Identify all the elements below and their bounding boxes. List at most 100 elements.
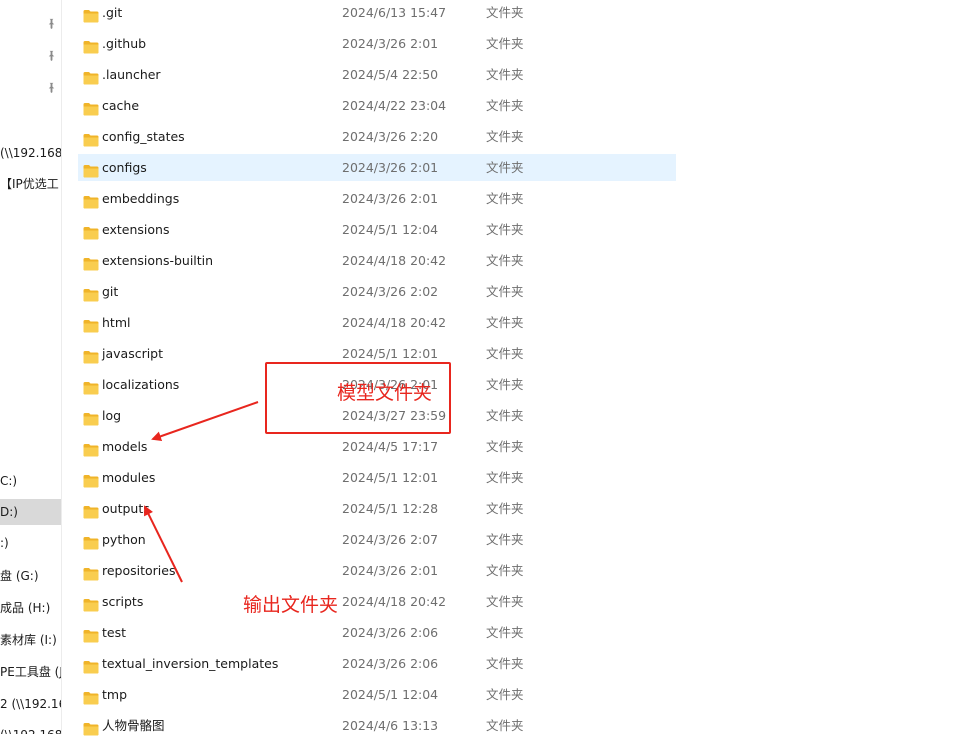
file-date-modified: 2024/3/26 2:01 [342,36,439,51]
pin-icon[interactable] [44,50,58,64]
file-row-.git[interactable]: .git 2024/6/13 15:47 文件夹 [78,0,676,26]
file-type: 文件夹 [486,67,524,82]
nav-drive-item[interactable]: 成品 (H:) [0,595,61,621]
file-name: python [102,532,146,547]
folder-icon [83,67,99,85]
folder-icon [83,191,99,209]
file-name: 人物骨骼图 [102,718,165,733]
file-date-modified: 2024/3/26 2:01 [342,563,439,578]
file-type: 文件夹 [486,315,524,330]
nav-drive-item[interactable]: :) [0,530,61,556]
pin-icon[interactable] [44,18,58,32]
nav-drive-item[interactable]: (\\192.168 [0,722,61,734]
file-type: 文件夹 [486,439,524,454]
file-type: 文件夹 [486,129,524,144]
file-row-python[interactable]: python 2024/3/26 2:07 文件夹 [78,526,676,553]
folder-icon [83,718,99,736]
nav-item-label: D:) [0,505,18,519]
file-date-modified: 2024/5/4 22:50 [342,67,439,82]
file-type: 文件夹 [486,253,524,268]
nav-item-label: (\\192.168. [0,146,61,160]
folder-icon [83,36,99,54]
file-name: extensions-builtin [102,253,214,268]
folder-icon [83,222,99,240]
file-type: 文件夹 [486,377,524,392]
nav-drive-item[interactable]: 盘 (G:) [0,563,61,589]
file-type: 文件夹 [486,5,524,20]
file-row-textual_inversion_templates[interactable]: textual_inversion_templates 2024/3/26 2:0… [78,650,676,677]
nav-item-label: 成品 (H:) [0,601,51,615]
folder-icon [83,470,99,488]
folder-icon [83,687,99,705]
file-row-tmp[interactable]: tmp 2024/5/1 12:04 文件夹 [78,681,676,708]
file-row-cache[interactable]: cache 2024/4/22 23:04 文件夹 [78,92,676,119]
nav-drive-item[interactable]: 【IP优选工 [0,171,61,197]
file-name: .launcher [102,67,161,82]
file-name: outputs [102,501,150,516]
nav-item-label: 【IP优选工 [0,177,59,191]
file-type: 文件夹 [486,36,524,51]
file-name: cache [102,98,140,113]
file-date-modified: 2024/4/18 20:42 [342,253,447,268]
nav-item-label: 素材库 (I:) [0,633,57,647]
file-date-modified: 2024/4/22 23:04 [342,98,447,113]
file-type: 文件夹 [486,594,524,609]
file-name: scripts [102,594,144,609]
file-date-modified: 2024/3/26 2:06 [342,656,439,671]
file-date-modified: 2024/3/26 2:07 [342,532,439,547]
file-name: embeddings [102,191,180,206]
file-type: 文件夹 [486,656,524,671]
file-type: 文件夹 [486,160,524,175]
file-row-config_states[interactable]: config_states 2024/3/26 2:20 文件夹 [78,123,676,150]
folder-icon [83,377,99,395]
nav-drive-item[interactable]: 2 (\\192.168 [0,691,61,717]
file-name: config_states [102,129,185,144]
file-type: 文件夹 [486,718,524,733]
file-row-scripts[interactable]: scripts 2024/4/18 20:42 文件夹 [78,588,676,615]
nav-drive-item[interactable]: C:) [0,468,61,494]
folder-icon [83,563,99,581]
file-row-configs[interactable]: configs 2024/3/26 2:01 文件夹 [78,154,676,181]
folder-icon [83,98,99,116]
folder-icon [83,253,99,271]
file-row-extensions[interactable]: extensions 2024/5/1 12:04 文件夹 [78,216,676,243]
file-type: 文件夹 [486,687,524,702]
file-date-modified: 2024/3/26 2:06 [342,625,439,640]
folder-icon [83,439,99,457]
annotation-outputs-label: 输出文件夹 [243,594,339,616]
file-row-repositories[interactable]: repositories 2024/3/26 2:01 文件夹 [78,557,676,584]
file-row-embeddings[interactable]: embeddings 2024/3/26 2:01 文件夹 [78,185,676,212]
pane-divider[interactable] [61,0,62,734]
file-type: 文件夹 [486,222,524,237]
file-date-modified: 2024/4/6 13:13 [342,718,439,733]
file-name: javascript [102,346,164,361]
file-row-人物骨骼图[interactable]: 人物骨骼图 2024/4/6 13:13 文件夹 [78,712,676,739]
file-type: 文件夹 [486,191,524,206]
file-type: 文件夹 [486,98,524,113]
file-row-models[interactable]: models 2024/4/5 17:17 文件夹 [78,433,676,460]
folder-icon [83,5,99,23]
file-row-extensions-builtin[interactable]: extensions-builtin 2024/4/18 20:42 文件夹 [78,247,676,274]
file-name: localizations [102,377,180,392]
nav-drive-item[interactable]: PE工具盘 (J [0,659,61,685]
file-name: log [102,408,122,423]
nav-drive-item[interactable]: D:) [0,499,61,525]
nav-drive-item[interactable]: 素材库 (I:) [0,627,61,653]
file-row-outputs[interactable]: outputs 2024/5/1 12:28 文件夹 [78,495,676,522]
file-date-modified: 2024/4/18 20:42 [342,594,447,609]
file-name: configs [102,160,147,175]
file-date-modified: 2024/3/26 2:20 [342,129,439,144]
pin-icon[interactable] [44,82,58,96]
file-row-modules[interactable]: modules 2024/5/1 12:01 文件夹 [78,464,676,491]
file-row-html[interactable]: html 2024/4/18 20:42 文件夹 [78,309,676,336]
folder-icon [83,346,99,364]
nav-drive-item[interactable]: (\\192.168. [0,140,61,166]
file-row-test[interactable]: test 2024/3/26 2:06 文件夹 [78,619,676,646]
file-name: test [102,625,127,640]
file-row-.launcher[interactable]: .launcher 2024/5/4 22:50 文件夹 [78,61,676,88]
file-row-.github[interactable]: .github 2024/3/26 2:01 文件夹 [78,30,676,57]
file-row-git[interactable]: git 2024/3/26 2:02 文件夹 [78,278,676,305]
file-date-modified: 2024/5/1 12:28 [342,501,439,516]
file-type: 文件夹 [486,625,524,640]
file-name: textual_inversion_templates [102,656,279,671]
